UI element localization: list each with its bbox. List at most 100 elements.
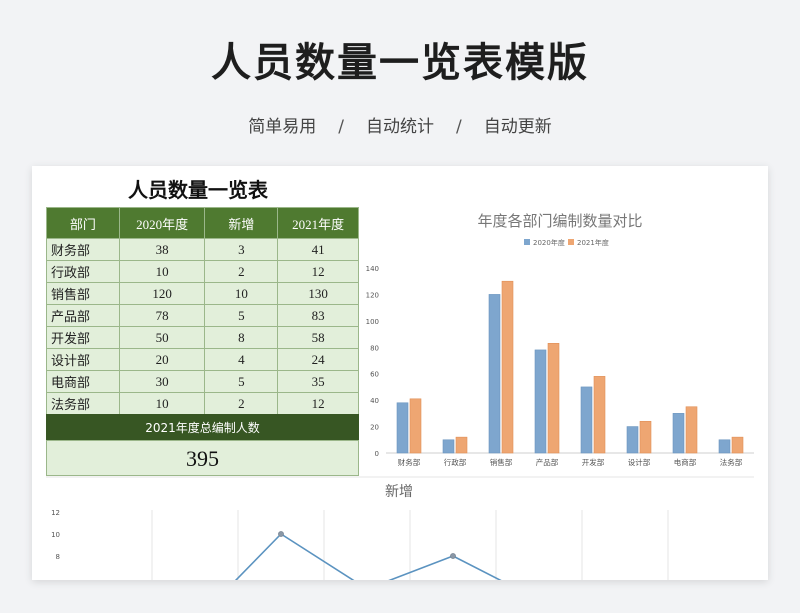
column-header[interactable]: 2020年度: [118, 207, 206, 239]
table-row: 法务部 10 2 12: [46, 392, 359, 415]
bar: [639, 420, 652, 454]
column-header[interactable]: 新增: [204, 207, 279, 239]
y-tick-label: 0: [375, 450, 379, 458]
bar: [593, 376, 606, 454]
table-cell[interactable]: 130: [277, 282, 359, 305]
bar: [718, 439, 731, 454]
table-row: 产品部 78 5 83: [46, 304, 359, 327]
bar: [685, 406, 698, 454]
x-tick-label: 行政部: [444, 457, 467, 467]
table-cell[interactable]: 5: [204, 304, 279, 327]
table-cell[interactable]: 2: [204, 392, 279, 415]
bar: [547, 343, 560, 454]
table-cell[interactable]: 5: [204, 370, 279, 393]
table-cell[interactable]: 设计部: [46, 348, 120, 371]
bar: [409, 398, 422, 454]
table-cell[interactable]: 产品部: [46, 304, 120, 327]
table-cell[interactable]: 行政部: [46, 260, 120, 283]
table-cell[interactable]: 78: [118, 304, 206, 327]
bar: [534, 349, 547, 454]
chart-title: 年度各部门编制数量对比: [477, 212, 642, 230]
table-cell[interactable]: 4: [204, 348, 279, 371]
table-cell[interactable]: 38: [118, 238, 206, 261]
table-row: 财务部 38 3 41: [46, 238, 359, 261]
table-row: 开发部 50 8 58: [46, 326, 359, 349]
spreadsheet-preview: 人员数量一览表 部门 2020年度 新增 2021年度 财务部 38 3 41 …: [32, 166, 768, 580]
feature-easy: 简单易用: [248, 117, 317, 137]
x-tick-label: 产品部: [536, 457, 559, 467]
table-cell[interactable]: 20: [118, 348, 206, 371]
table-row: 行政部 10 2 12: [46, 260, 359, 283]
x-tick-label: 法务部: [720, 457, 743, 467]
feature-list: 简单易用 / 自动统计 / 自动更新: [0, 112, 800, 137]
x-tick-label: 电商部: [674, 457, 697, 467]
legend-label: 2021年度: [577, 238, 609, 247]
x-tick-label: 开发部: [582, 457, 605, 467]
table-cell[interactable]: 2: [204, 260, 279, 283]
bar: [626, 426, 639, 454]
table-row: 电商部 30 5 35: [46, 370, 359, 393]
column-header[interactable]: 2021年度: [277, 207, 359, 239]
feature-separator: /: [456, 117, 462, 137]
headcount-table: 部门 2020年度 新增 2021年度 财务部 38 3 41 行政部 10 2…: [46, 207, 359, 415]
table-cell[interactable]: 10: [204, 282, 279, 305]
y-tick-label: 140: [366, 265, 379, 273]
total-value[interactable]: 395: [46, 440, 359, 476]
bar: [672, 413, 685, 454]
column-header[interactable]: 部门: [46, 207, 120, 239]
table-cell[interactable]: 12: [277, 260, 359, 283]
table-cell[interactable]: 3: [204, 238, 279, 261]
table-cell[interactable]: 58: [277, 326, 359, 349]
x-tick-label: 销售部: [490, 457, 513, 467]
y-tick-label: 10: [51, 531, 60, 539]
legend-swatch: [524, 239, 530, 245]
bar: [442, 439, 455, 454]
table-cell[interactable]: 35: [277, 370, 359, 393]
table-cell[interactable]: 10: [118, 260, 206, 283]
sheet-title: 人员数量一览表: [128, 178, 268, 202]
table-cell[interactable]: 法务部: [46, 392, 120, 415]
table-cell[interactable]: 50: [118, 326, 206, 349]
bar: [501, 280, 514, 454]
x-tick-label: 设计部: [628, 457, 651, 467]
x-tick-label: 财务部: [398, 457, 421, 467]
y-tick-label: 40: [370, 397, 379, 405]
legend-label: 2020年度: [533, 238, 565, 247]
feature-auto-stats: 自动统计: [366, 117, 434, 137]
table-row: 设计部 20 4 24: [46, 348, 359, 371]
y-tick-label: 120: [366, 291, 379, 299]
total-label: 2021年度总编制人数: [46, 414, 359, 440]
table-cell[interactable]: 8: [204, 326, 279, 349]
table-cell[interactable]: 30: [118, 370, 206, 393]
data-point: [278, 531, 284, 537]
table-cell[interactable]: 41: [277, 238, 359, 261]
table-cell[interactable]: 销售部: [46, 282, 120, 305]
y-tick-label: 80: [370, 344, 379, 352]
table-row: 销售部 120 10 130: [46, 282, 359, 305]
table-cell[interactable]: 120: [118, 282, 206, 305]
table-cell[interactable]: 财务部: [46, 238, 120, 261]
bar: [580, 386, 593, 454]
table-cell[interactable]: 12: [277, 392, 359, 415]
table-header-row: 部门 2020年度 新增 2021年度: [46, 207, 359, 239]
feature-auto-update: 自动更新: [483, 117, 552, 137]
y-tick-label: 60: [370, 371, 379, 379]
table-cell[interactable]: 24: [277, 348, 359, 371]
feature-separator: /: [338, 117, 344, 137]
y-tick-label: 8: [56, 553, 60, 561]
table-cell[interactable]: 电商部: [46, 370, 120, 393]
page-title: 人员数量一览表模版: [211, 40, 589, 86]
department-bar-chart[interactable]: 年度各部门编制数量对比 2020年度 2021年度 0 20 40 60 80 100 120 14…: [362, 204, 758, 474]
bar: [455, 436, 468, 454]
table-cell[interactable]: 83: [277, 304, 359, 327]
bar: [488, 294, 501, 454]
table-cell[interactable]: 10: [118, 392, 206, 415]
bar: [396, 402, 409, 454]
table-cell[interactable]: 开发部: [46, 326, 120, 349]
y-tick-label: 100: [366, 318, 379, 326]
bar: [731, 436, 744, 454]
new-hires-line-chart[interactable]: 新增 8 10 12: [46, 476, 754, 580]
y-tick-label: 20: [370, 424, 379, 432]
legend-swatch: [568, 239, 574, 245]
data-point: [450, 553, 456, 559]
